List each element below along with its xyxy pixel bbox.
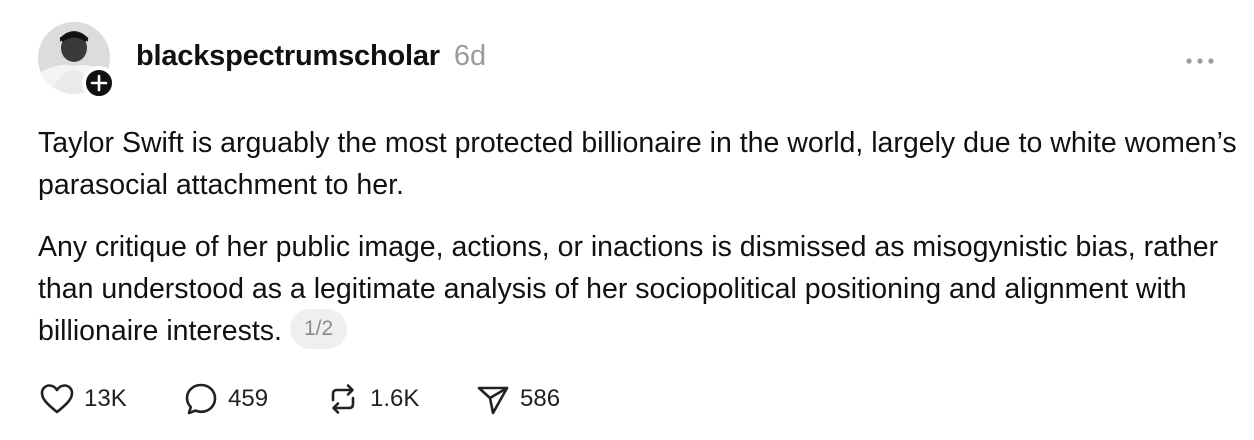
- post-time[interactable]: 6d: [454, 40, 486, 73]
- more-dots-icon: [1186, 58, 1214, 64]
- share-button[interactable]: 586: [474, 380, 560, 418]
- reply-count: 459: [228, 385, 269, 412]
- page-indicator: 1/2: [289, 309, 348, 350]
- post-body: Taylor Swift is arguably the most protec…: [38, 122, 1238, 352]
- post-paragraph: Taylor Swift is arguably the most protec…: [38, 127, 1237, 201]
- heart-icon: [40, 384, 74, 414]
- post-paragraph: Any critique of her public image, action…: [38, 226, 1238, 352]
- more-options-button[interactable]: [1184, 54, 1216, 66]
- send-icon: [477, 386, 509, 415]
- avatar-container[interactable]: [38, 22, 116, 100]
- repost-icon: [331, 384, 355, 414]
- like-count: 13K: [84, 385, 127, 412]
- share-count: 586: [520, 385, 561, 412]
- plus-icon: [90, 74, 108, 92]
- repost-count: 1.6K: [370, 385, 420, 412]
- username[interactable]: blackspectrumscholar: [136, 40, 440, 73]
- action-bar: 13K 459 1.6K 586: [38, 380, 560, 418]
- repost-button[interactable]: 1.6K: [324, 380, 474, 418]
- comment-bubble-icon: [185, 383, 217, 415]
- post-paragraph-text: Any critique of her public image, action…: [38, 231, 1219, 347]
- post-header: blackspectrumscholar 6d: [136, 40, 486, 80]
- reply-button[interactable]: 459: [182, 380, 324, 418]
- like-button[interactable]: 13K: [38, 380, 182, 418]
- follow-button[interactable]: [82, 66, 116, 100]
